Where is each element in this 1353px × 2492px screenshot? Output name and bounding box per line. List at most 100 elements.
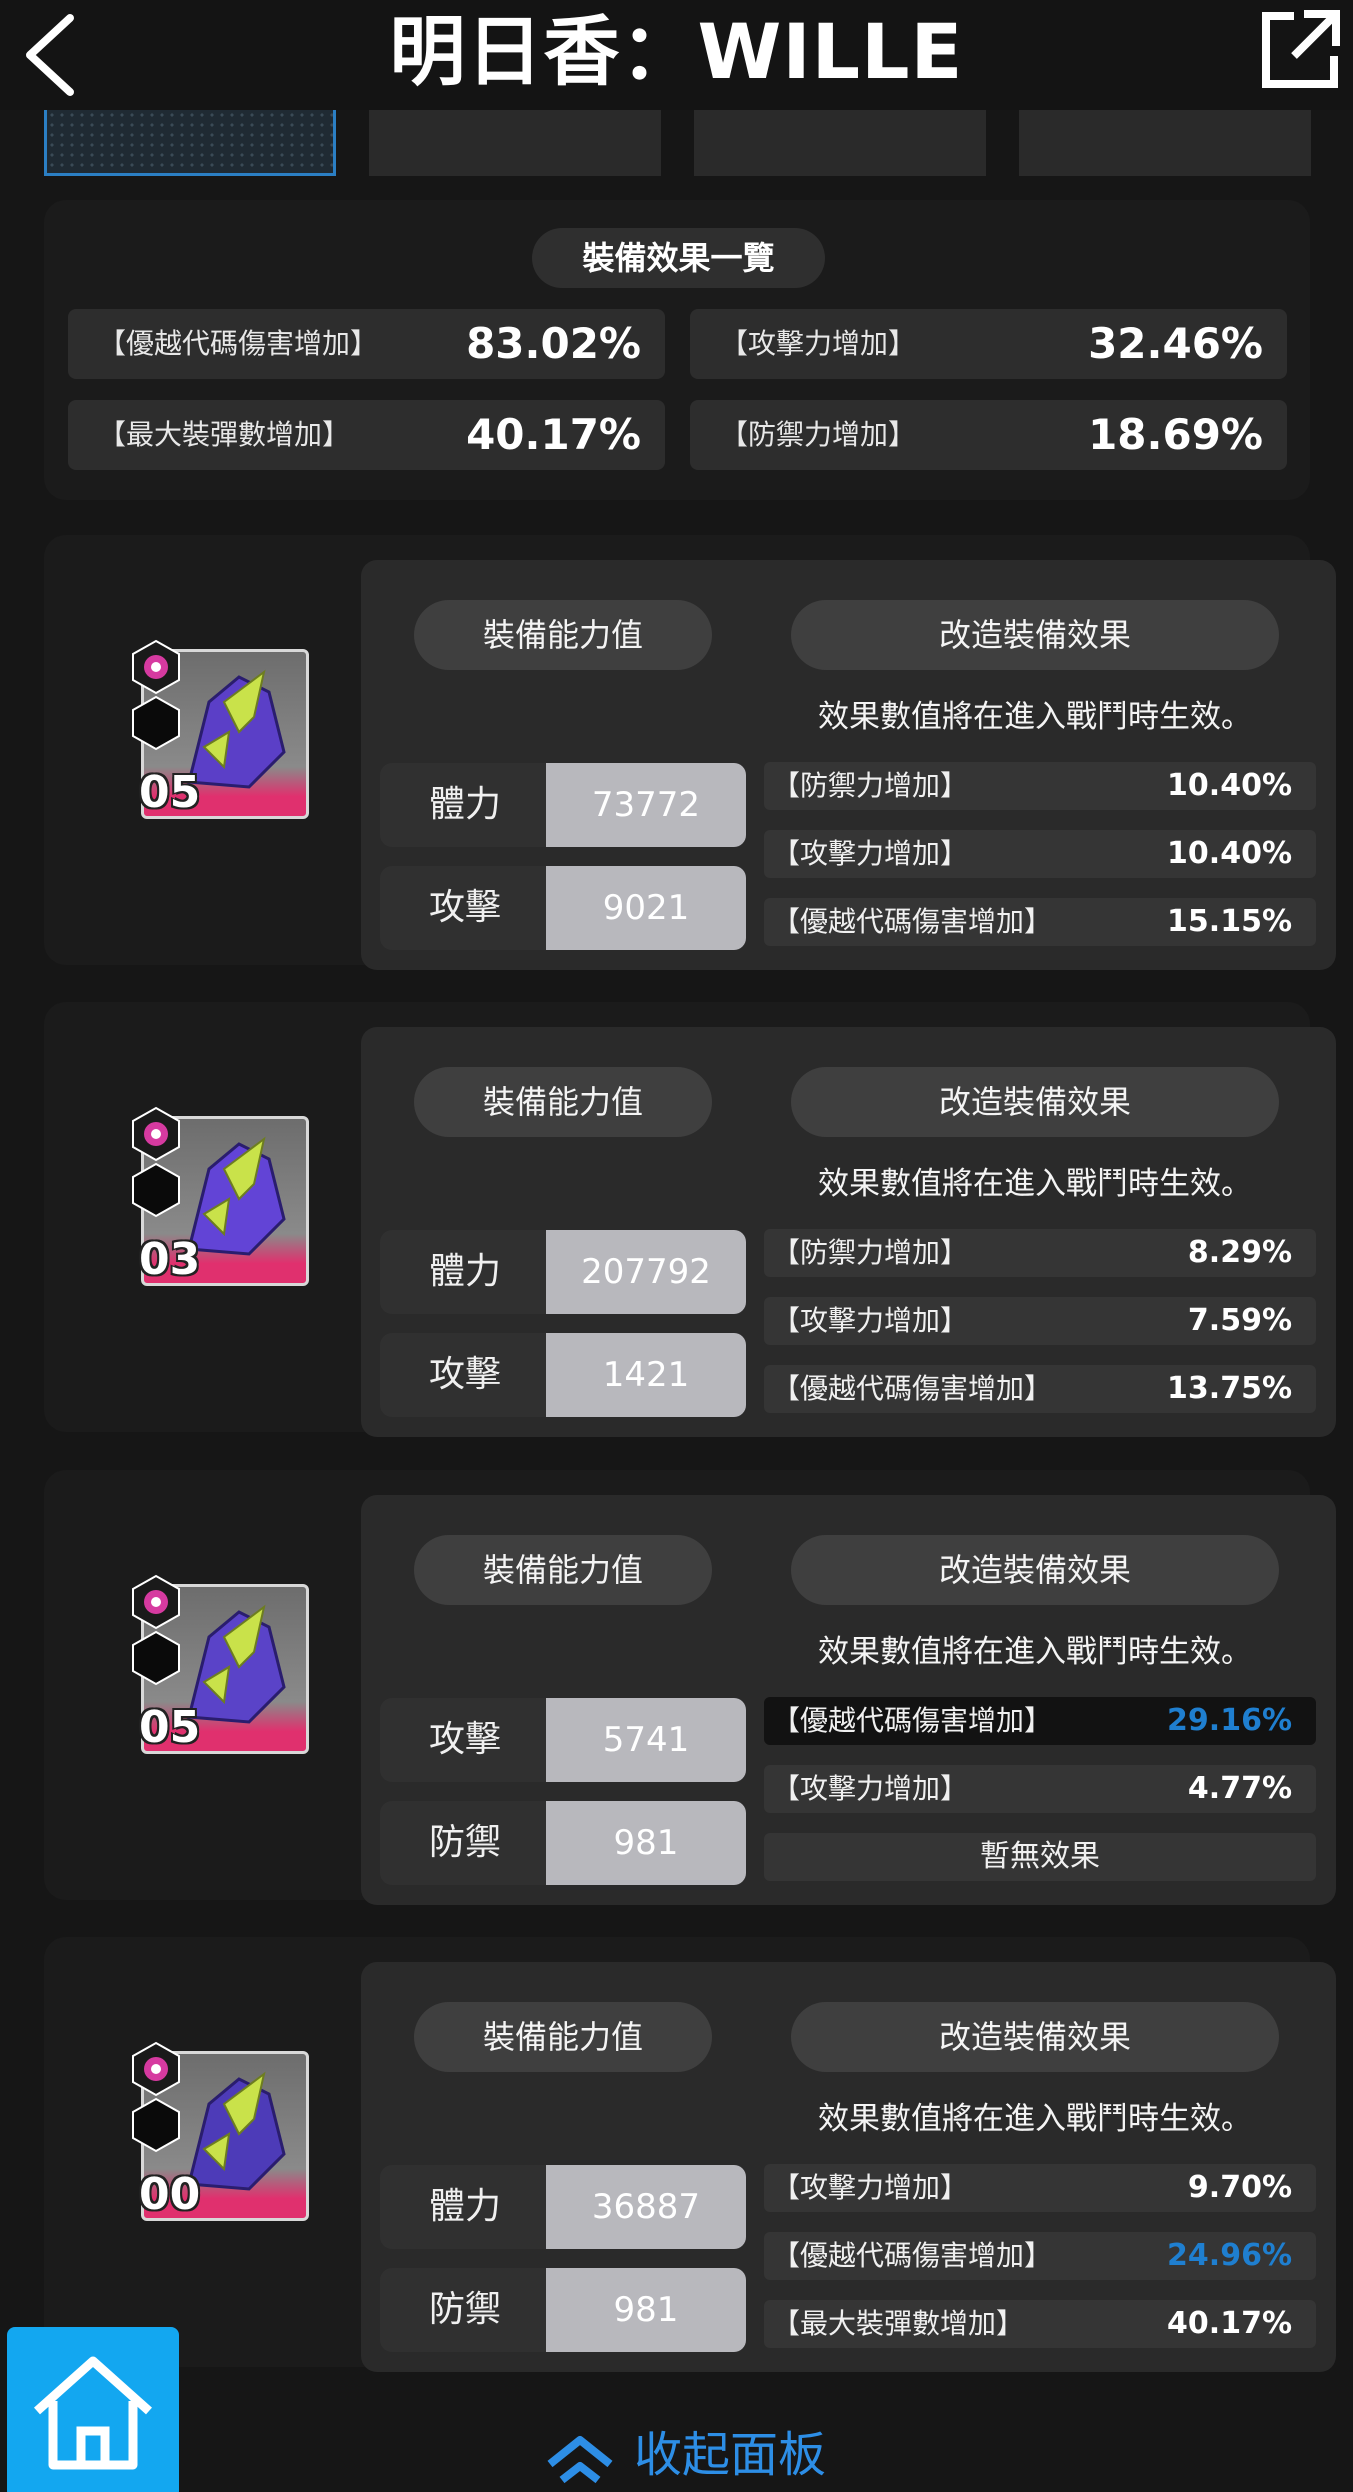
stat-label: 攻擊 [380, 1698, 550, 1782]
equipment-card: 05 裝備能力值 改造裝備效果效果數值將在進入戰鬥時生效。體力 73772 攻擊 9021… [44, 535, 1336, 970]
tab-equipment-stats[interactable]: 裝備能力值 [414, 1067, 712, 1137]
equipment-card: 03 裝備能力值 改造裝備效果效果數值將在進入戰鬥時生效。體力 207792 攻擊 142… [44, 1002, 1336, 1437]
tab-modification-effects[interactable]: 改造裝備效果 [791, 1067, 1279, 1137]
equipment-level: 05 [139, 767, 201, 818]
stat-value: 1421 [546, 1333, 746, 1417]
summary-item-value: 83.02% [466, 319, 641, 368]
effect-row: 【攻擊力增加】 9.70% [764, 2164, 1316, 2212]
tab-equip-3[interactable] [694, 110, 986, 176]
effect-label: 【防禦力增加】 [772, 1236, 969, 1269]
effect-row: 暫無效果 [764, 1833, 1316, 1881]
effect-value: 15.15% [1167, 904, 1292, 939]
effect-value: 10.40% [1167, 768, 1292, 803]
effect-value: 40.17% [1167, 2306, 1292, 2341]
effect-note: 效果數值將在進入戰鬥時生效。 [818, 1166, 1252, 1202]
summary-item-label: 【防禦力增加】 [720, 418, 917, 451]
summary-item-label: 【攻擊力增加】 [720, 327, 917, 360]
equipment-detail-panel: 裝備能力值 改造裝備效果效果數值將在進入戰鬥時生效。體力 36887 防禦 981 【攻擊… [361, 1962, 1336, 2372]
summary-item-value: 32.46% [1088, 319, 1263, 368]
effect-row: 【優越代碼傷害增加】 13.75% [764, 1365, 1316, 1413]
tab-modification-effects[interactable]: 改造裝備效果 [791, 2002, 1279, 2072]
stat-row: 防禦 981 [380, 2268, 750, 2352]
stat-row: 攻擊 1421 [380, 1333, 750, 1417]
tab-modification-effects[interactable]: 改造裝備效果 [791, 1535, 1279, 1605]
tab-equip-1[interactable] [44, 110, 336, 176]
equipment-icon[interactable]: 05 [131, 1574, 311, 1774]
slot-hex-icon [131, 695, 181, 751]
effect-value: 9.70% [1187, 2170, 1292, 2205]
effect-note: 效果數值將在進入戰鬥時生效。 [818, 699, 1252, 735]
equipment-icon[interactable]: 00 [131, 2041, 311, 2241]
external-link-icon [1262, 10, 1340, 88]
summary-item-label: 【優越代碼傷害增加】 [98, 327, 379, 360]
summary-item: 【最大裝彈數增加】 40.17% [68, 400, 665, 470]
rarity-badge-icon [131, 639, 181, 695]
effect-empty-text: 暫無效果 [980, 1839, 1100, 1874]
rarity-badge-icon [131, 1106, 181, 1162]
effect-row: 【攻擊力增加】 7.59% [764, 1297, 1316, 1345]
effect-value: 24.96% [1167, 2238, 1292, 2273]
stat-row: 攻擊 9021 [380, 866, 750, 950]
tab-modification-effects[interactable]: 改造裝備效果 [791, 600, 1279, 670]
stat-label: 體力 [380, 1230, 550, 1314]
equipment-card: 05 裝備能力值 改造裝備效果 效果數值將在進入戰鬥時生效。 攻擊 5741 防禦 981 【優… [44, 1470, 1336, 1905]
effect-label: 【攻擊力增加】 [772, 837, 969, 870]
effect-row: 【最大裝彈數增加】 40.17% [764, 2300, 1316, 2348]
stat-row: 攻擊 5741 [380, 1698, 750, 1782]
summary-item: 【優越代碼傷害增加】 83.02% [68, 309, 665, 379]
effect-label: 【攻擊力增加】 [772, 2171, 969, 2204]
tab-equipment-stats[interactable]: 裝備能力值 [414, 2002, 712, 2072]
summary-item-label: 【最大裝彈數增加】 [98, 418, 351, 451]
collapse-panel-label: 收起面板 [634, 2427, 827, 2483]
equipment-icon[interactable]: 03 [131, 1106, 311, 1306]
stat-label: 體力 [380, 763, 550, 847]
stat-label: 攻擊 [380, 866, 550, 950]
effect-label: 【優越代碼傷害增加】 [772, 2239, 1053, 2272]
effect-row: 【防禦力增加】 10.40% [764, 762, 1316, 810]
stat-value: 5741 [546, 1698, 746, 1782]
tab-equip-2[interactable] [369, 110, 661, 176]
stat-label: 防禦 [380, 1801, 550, 1885]
tab-equipment-stats[interactable]: 裝備能力值 [414, 1535, 712, 1605]
tab-equip-4[interactable] [1019, 110, 1311, 176]
equipment-icon[interactable]: 05 [131, 639, 311, 839]
chevron-up-double-icon [547, 2436, 613, 2484]
stat-value: 207792 [546, 1230, 746, 1314]
effect-label: 【最大裝彈數增加】 [772, 2307, 1025, 2340]
stat-value: 73772 [546, 763, 746, 847]
stat-value: 981 [546, 2268, 746, 2352]
slot-hex-icon [131, 1162, 181, 1218]
effect-value: 7.59% [1187, 1303, 1292, 1338]
home-icon [34, 2356, 152, 2470]
equipment-level: 00 [139, 2169, 201, 2220]
effect-row: 【優越代碼傷害增加】 24.96% [764, 2232, 1316, 2280]
effect-value: 13.75% [1167, 1371, 1292, 1406]
effect-label: 【攻擊力增加】 [772, 1772, 969, 1805]
effect-row: 【攻擊力增加】 4.77% [764, 1765, 1316, 1813]
equipment-card: 00 裝備能力值 改造裝備效果效果數值將在進入戰鬥時生效。體力 36887 防禦 981 【… [44, 1937, 1336, 2372]
stat-row: 體力 207792 [380, 1230, 750, 1314]
effect-value: 29.16% [1167, 1703, 1292, 1738]
effect-summary-title: 裝備效果一覽 [532, 228, 825, 288]
top-bar: 明日香：WILLE [0, 0, 1353, 110]
stat-label: 體力 [380, 2165, 550, 2249]
effect-row: 【攻擊力增加】 10.40% [764, 830, 1316, 878]
share-button[interactable] [1258, 8, 1342, 92]
home-button[interactable] [7, 2327, 179, 2492]
equipment-detail-panel: 裝備能力值 改造裝備效果 效果數值將在進入戰鬥時生效。 攻擊 5741 防禦 981 【優越代… [361, 1495, 1336, 1905]
slot-hex-icon [131, 2097, 181, 2153]
equipment-detail-panel: 裝備能力值 改造裝備效果效果數值將在進入戰鬥時生效。體力 207792 攻擊 1421 【… [361, 1027, 1336, 1437]
rarity-badge-icon [131, 2041, 181, 2097]
effect-note: 效果數值將在進入戰鬥時生效。 [818, 2101, 1252, 2137]
rarity-badge-icon [131, 1574, 181, 1630]
stat-row: 體力 36887 [380, 2165, 750, 2249]
effect-value: 4.77% [1187, 1771, 1292, 1806]
effect-row: 【優越代碼傷害增加】 29.16% [764, 1697, 1316, 1745]
effect-label: 【優越代碼傷害增加】 [772, 1372, 1053, 1405]
effect-value: 8.29% [1187, 1235, 1292, 1270]
effect-label: 【優越代碼傷害增加】 [772, 1704, 1053, 1737]
stat-row: 防禦 981 [380, 1801, 750, 1885]
tab-equipment-stats[interactable]: 裝備能力值 [414, 600, 712, 670]
effect-label: 【優越代碼傷害增加】 [772, 905, 1053, 938]
stat-value: 9021 [546, 866, 746, 950]
